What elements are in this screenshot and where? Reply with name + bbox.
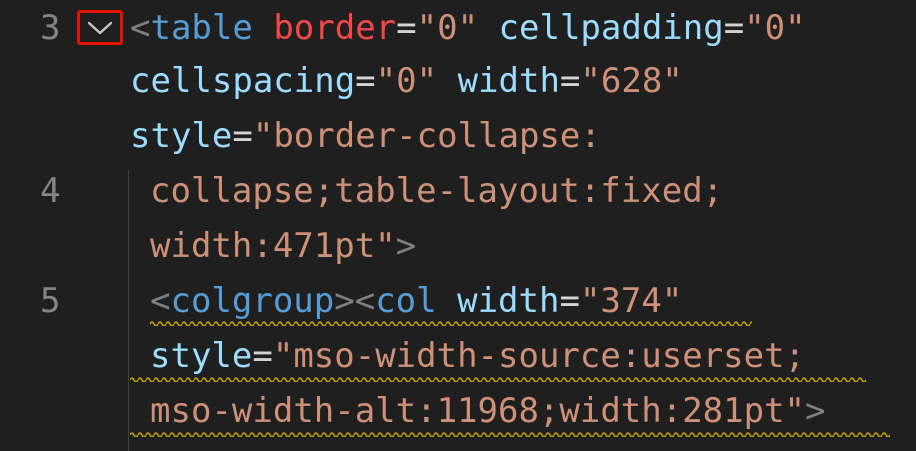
code-token-attr: cellpadding (498, 8, 724, 48)
code-token-attr-red: border (273, 8, 397, 48)
code-token-punct: < (150, 281, 171, 321)
warning-squiggle (130, 431, 890, 437)
code-token-punct: > (395, 226, 417, 266)
code-line[interactable]: <table border="0" cellpadding="0" (130, 0, 806, 56)
code-token-attr: width (457, 281, 560, 321)
code-line[interactable]: width:471pt"> (150, 218, 416, 274)
code-token-punct: < (130, 8, 151, 48)
code-token-str: "374" (579, 281, 683, 321)
code-token-attr: style (130, 116, 233, 156)
line-number: 5 (40, 281, 61, 321)
code-token-str: "0" (744, 8, 806, 48)
code-token-attr: style (150, 336, 253, 376)
code-token-str: mso-width-alt:11968;width:281pt" (150, 391, 806, 431)
code-token-str: "mso-width-source:userset; (272, 336, 806, 376)
warning-squiggle (130, 376, 866, 382)
code-token-str: collapse;table-layout:fixed; (150, 171, 724, 211)
code-token-tag: table (150, 8, 253, 48)
code-token-attr: width (457, 61, 560, 101)
line-number: 3 (40, 8, 61, 48)
code-token-eq: = (559, 61, 581, 101)
code-token-attr: cellspacing (130, 61, 356, 101)
code-editor[interactable]: 3 4 5 <table border="0" cellpadding="0" … (0, 0, 916, 451)
code-token-eq: = (355, 61, 376, 101)
code-token-eq: = (252, 336, 273, 376)
code-line[interactable]: cellspacing="0" width="628" (130, 53, 683, 109)
code-line[interactable]: style="border-collapse: (130, 108, 601, 164)
code-token-punct: >< (334, 281, 376, 321)
code-token-eq: = (232, 116, 253, 156)
chevron-down-icon (87, 20, 113, 36)
fold-toggle-button[interactable] (77, 10, 123, 45)
code-token-str: "0" (416, 8, 479, 48)
warning-squiggle (150, 320, 752, 326)
line-number: 4 (40, 171, 61, 211)
code-token-str: "628" (580, 61, 683, 101)
code-token-str: "border-collapse: (252, 116, 601, 156)
code-line[interactable]: collapse;table-layout:fixed; (150, 163, 723, 219)
code-token-punct: > (805, 391, 826, 431)
code-token-tag: col (375, 281, 437, 321)
code-token-tag: colgroup (170, 281, 335, 321)
code-token-str: "0" (375, 61, 438, 101)
indent-guide (128, 170, 129, 451)
code-token-eq: = (559, 281, 580, 321)
code-token-str: width:471pt" (150, 226, 396, 266)
code-token-eq: = (723, 8, 745, 48)
code-token-eq: = (396, 8, 417, 48)
